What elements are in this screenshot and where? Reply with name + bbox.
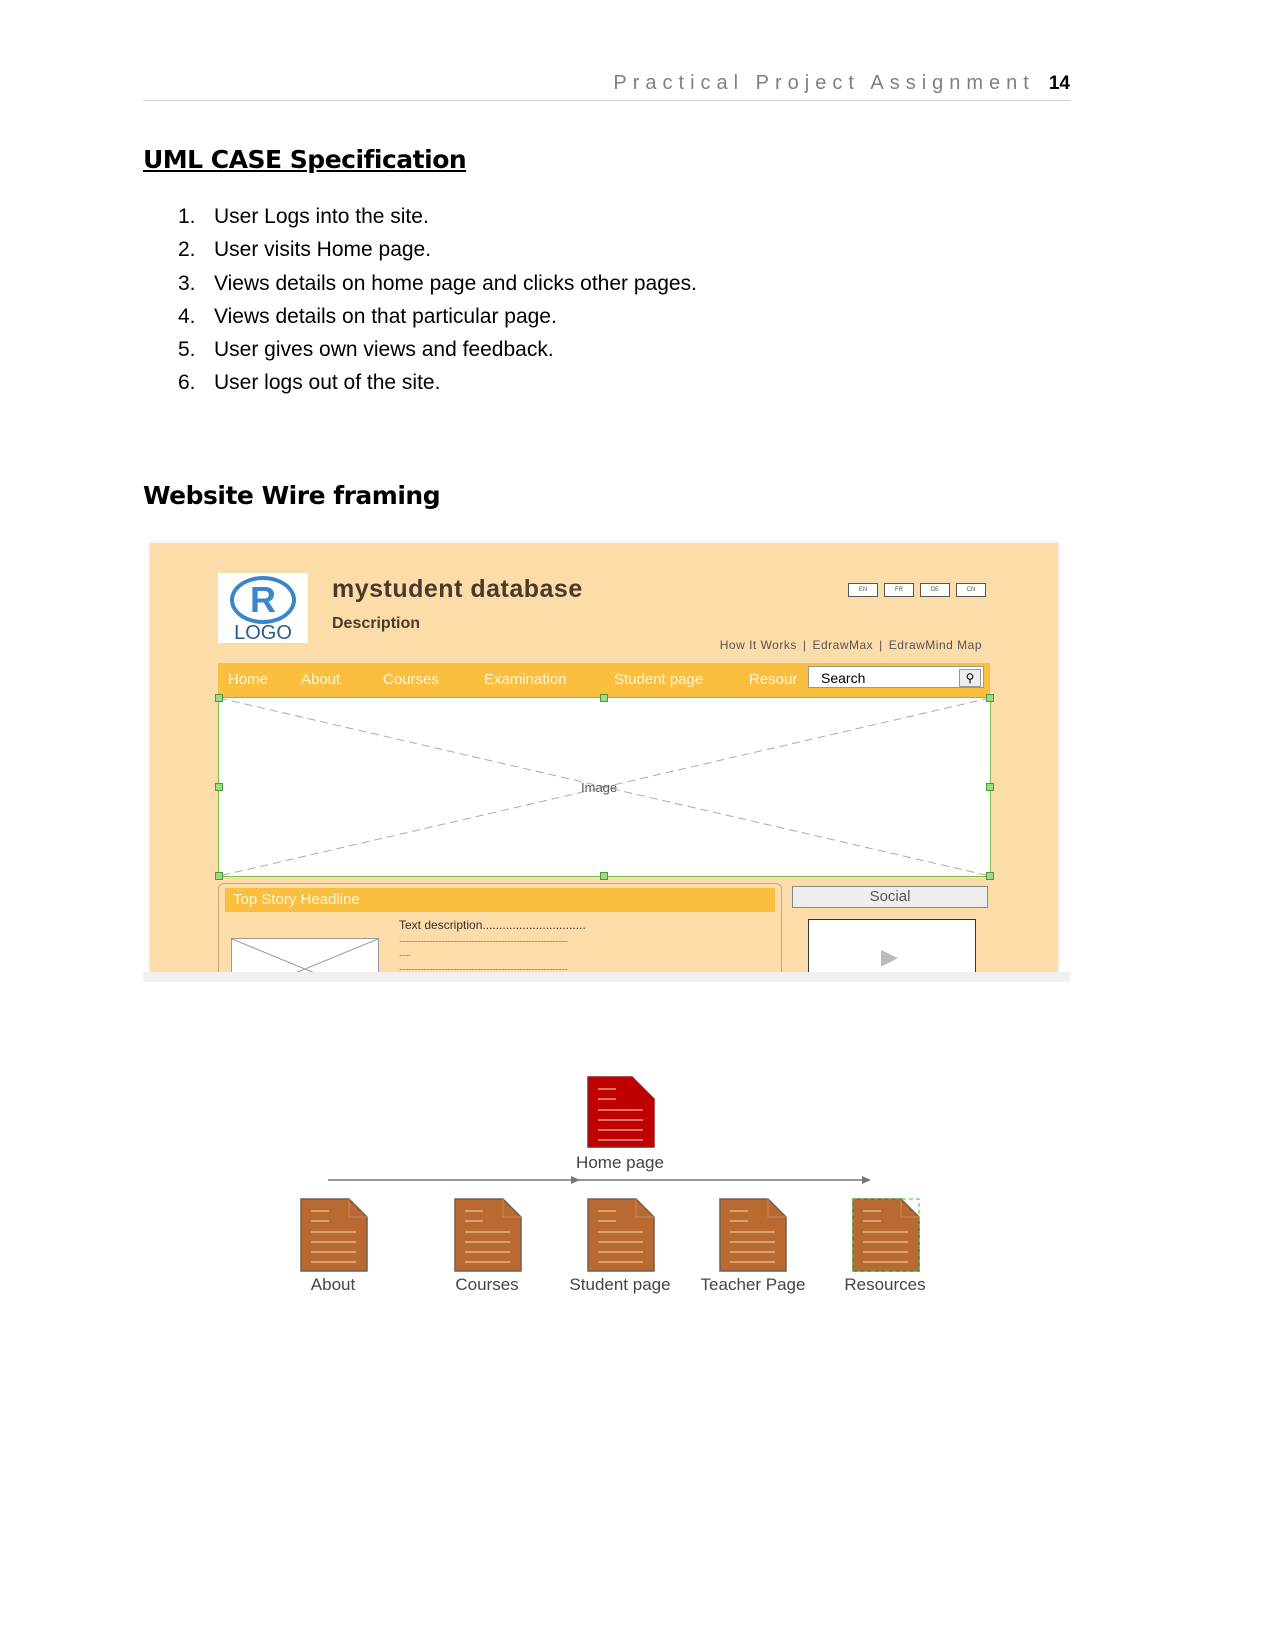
top-story-panel: Top Story Headline Text description.....… bbox=[218, 883, 782, 973]
nav-student-page: Student page bbox=[614, 671, 704, 688]
video-placeholder: ▶ bbox=[808, 919, 976, 973]
list-item: 5. User gives own views and feedback. bbox=[178, 338, 554, 362]
logo: R LOGO bbox=[218, 573, 308, 643]
student-page-icon bbox=[587, 1198, 655, 1272]
list-item: 2. User visits Home page. bbox=[178, 238, 432, 262]
list-item: 4. Views details on that particular page. bbox=[178, 304, 557, 328]
home-page-label: Home page bbox=[576, 1153, 664, 1172]
about-page-icon bbox=[300, 1198, 368, 1272]
image-placeholder: Image bbox=[218, 697, 991, 877]
text-description: Text description........................… bbox=[399, 918, 586, 932]
social-header: Social bbox=[792, 886, 988, 908]
lang-cn: CN bbox=[956, 583, 986, 597]
nav-courses: Courses bbox=[383, 671, 439, 688]
section-title-uml: UML CASE Specification bbox=[143, 145, 467, 174]
play-icon: ▶ bbox=[881, 944, 898, 969]
list-item: 6. User logs out of the site. bbox=[178, 371, 441, 395]
search-box: Search ⚲ bbox=[808, 666, 984, 688]
section-title-wireframe: Website Wire framing bbox=[143, 481, 441, 510]
search-icon: ⚲ bbox=[959, 669, 981, 687]
page-header: Practical Project Assignment 14 bbox=[143, 72, 1070, 101]
resources-page-icon bbox=[852, 1198, 920, 1272]
header-title: Practical Project Assignment bbox=[613, 72, 1035, 94]
page-number: 14 bbox=[1048, 73, 1070, 94]
site-description: Description bbox=[332, 615, 421, 632]
document-page: Practical Project Assignment 14 UML CASE … bbox=[0, 0, 1275, 1650]
courses-page-icon bbox=[454, 1198, 522, 1272]
image-scrollbar bbox=[143, 972, 1070, 982]
story-image-placeholder bbox=[231, 938, 379, 973]
list-item: 1. User Logs into the site. bbox=[178, 205, 429, 228]
teacher-page-icon bbox=[719, 1198, 787, 1272]
nav-examination: Examination bbox=[484, 671, 567, 688]
student-page-label: Student page bbox=[569, 1275, 671, 1294]
site-title: mystudent database bbox=[332, 575, 583, 603]
lang-de: DE bbox=[920, 583, 950, 597]
lang-fr: FR bbox=[884, 583, 914, 597]
list-item: 3. Views details on home page and clicks … bbox=[178, 271, 697, 295]
uml-steps-list: 1. User Logs into the site. 2. User visits… bbox=[178, 200, 697, 400]
story-headline: Top Story Headline bbox=[225, 888, 775, 912]
nav-about: About bbox=[301, 671, 341, 688]
nav-resources: Resour bbox=[749, 671, 798, 688]
top-links: How It Works | EdrawMax | EdrawMind Map bbox=[719, 638, 982, 652]
teacher-page-label: Teacher Page bbox=[700, 1275, 806, 1294]
resources-label: Resources bbox=[844, 1275, 926, 1294]
home-page-icon bbox=[587, 1076, 655, 1148]
image-label: Image bbox=[581, 780, 618, 795]
about-label: About bbox=[310, 1275, 356, 1294]
courses-label: Courses bbox=[455, 1275, 519, 1294]
wireframe-image: R LOGO mystudent database Description EN … bbox=[150, 543, 1058, 973]
lang-en: EN bbox=[848, 583, 878, 597]
nav-home: Home bbox=[228, 671, 269, 688]
